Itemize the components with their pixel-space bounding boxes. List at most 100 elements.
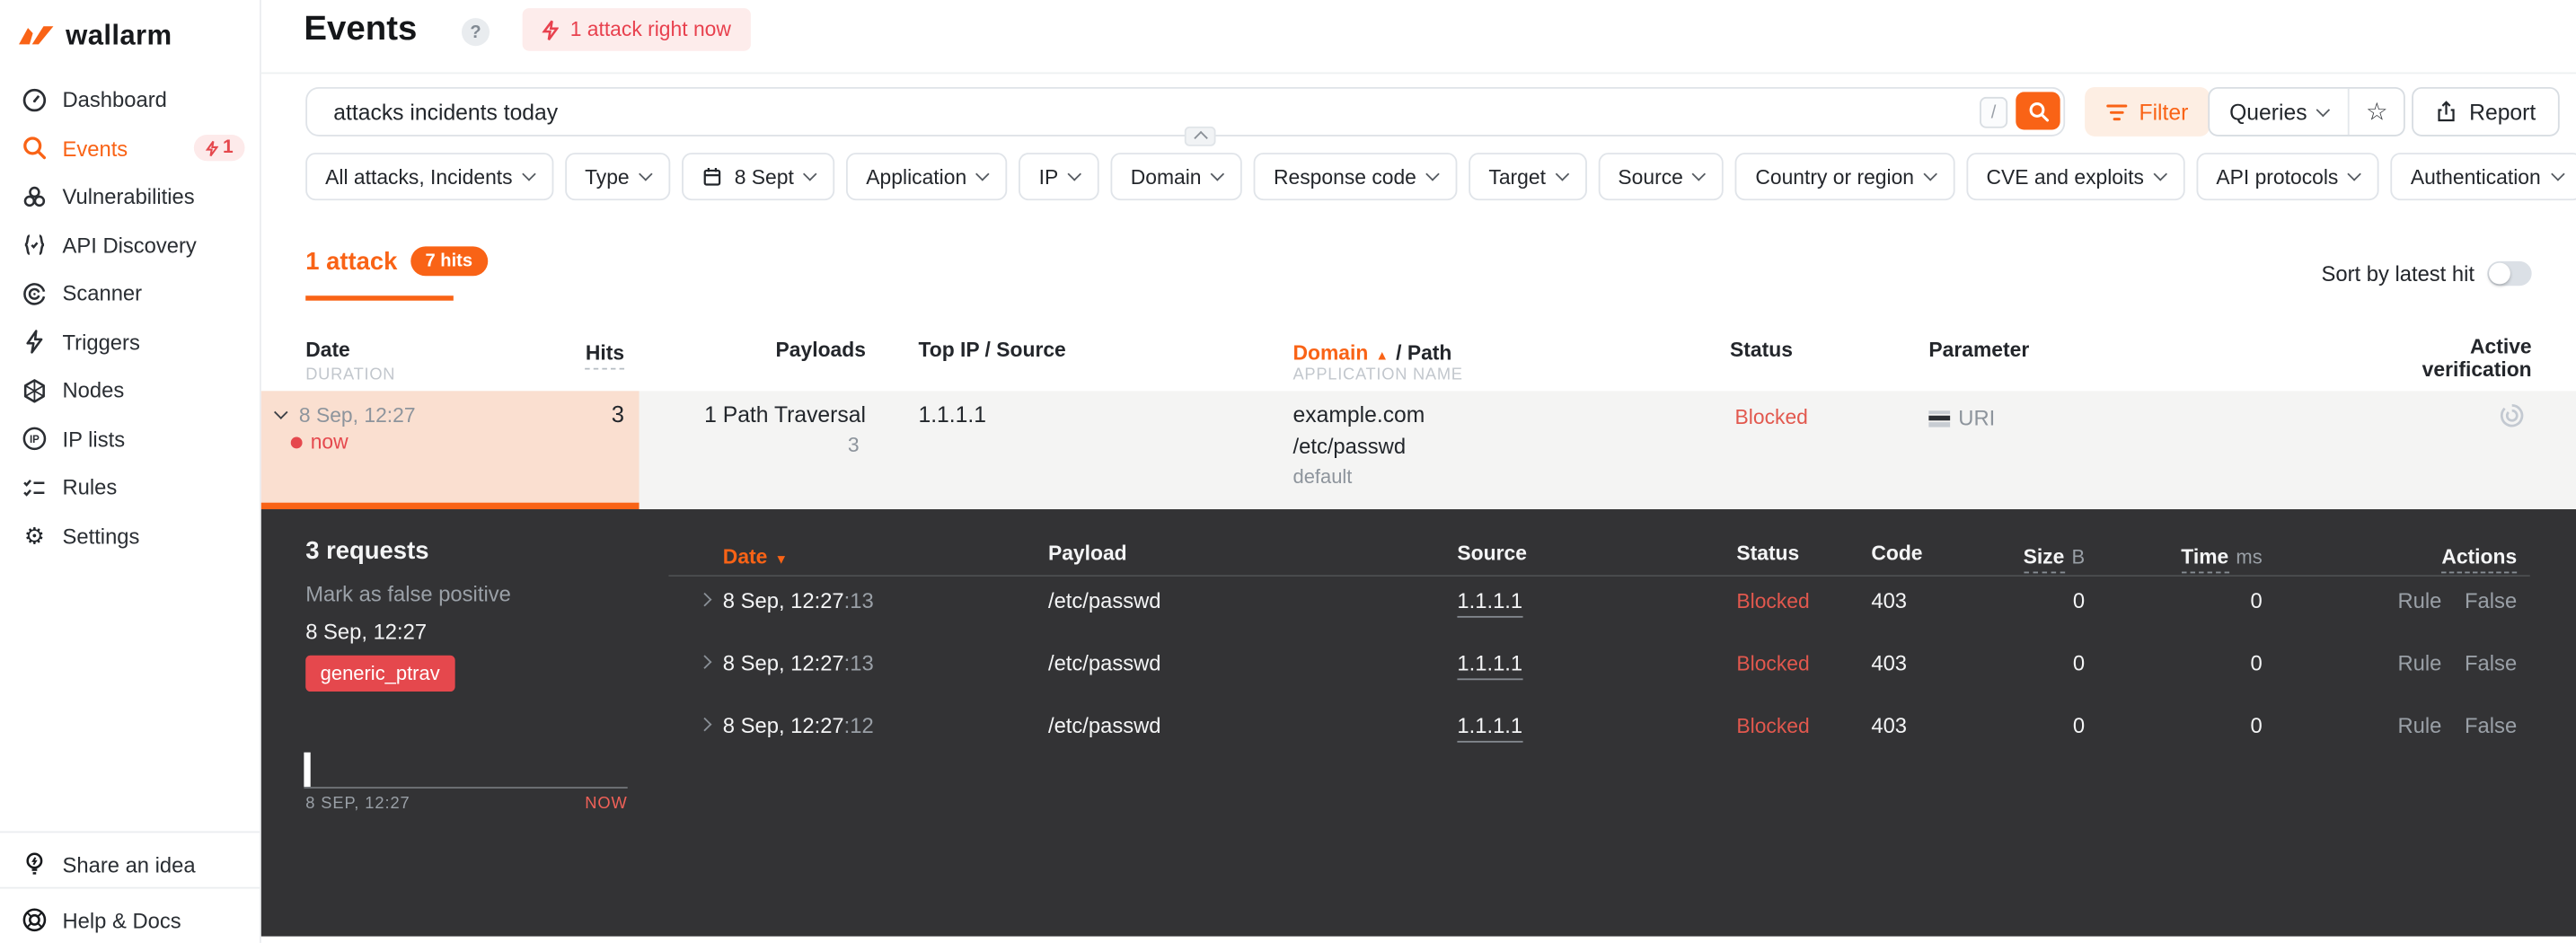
filter-chip-cve[interactable]: CVE and exploits	[1966, 153, 2185, 201]
chevron-down-icon	[522, 167, 536, 181]
filter-chip-domain[interactable]: Domain	[1110, 153, 1243, 201]
col-header-domain-path[interactable]: Domain ▲ / Path	[1293, 339, 1452, 368]
page-title: Events	[304, 9, 418, 48]
chevron-down-icon	[1555, 167, 1570, 181]
dp-col-header-code: Code	[1871, 542, 1923, 566]
filter-chip-api-protocols[interactable]: API protocols	[2196, 153, 2380, 201]
hexagon-icon	[22, 377, 48, 403]
filter-chip-attacks-incidents[interactable]: All attacks, Incidents	[305, 153, 554, 201]
sidebar-item-label: Nodes	[62, 378, 125, 403]
search-input[interactable]	[330, 88, 1816, 137]
report-button[interactable]: Report	[2412, 86, 2559, 137]
search-collapse-handle[interactable]	[1184, 126, 1216, 146]
calendar-icon	[703, 167, 721, 186]
report-button-label: Report	[2469, 99, 2536, 125]
bolt-icon	[22, 329, 48, 355]
rule-action[interactable]: Rule	[2397, 588, 2441, 613]
attack-date: 8 Sep, 12:27	[298, 403, 416, 427]
filter-chip-authentication[interactable]: Authentication	[2390, 153, 2576, 201]
sidebar-item-scanner[interactable]: Scanner	[0, 269, 261, 318]
filter-chip-country[interactable]: Country or region	[1735, 153, 1955, 201]
sidebar-item-label: API Discovery	[62, 233, 197, 258]
filter-chip-date[interactable]: 8 Sept	[682, 153, 835, 201]
sidebar-item-vulnerabilities[interactable]: Vulnerabilities	[0, 172, 261, 221]
request-source[interactable]: 1.1.1.1	[1457, 587, 1523, 618]
sidebar-item-label: Settings	[62, 524, 140, 549]
dp-col-header-status: Status	[1736, 542, 1800, 566]
request-source[interactable]: 1.1.1.1	[1457, 712, 1523, 743]
live-dot	[290, 436, 303, 449]
biohazard-icon	[22, 183, 48, 209]
col-header-application-name: APPLICATION NAME	[1292, 366, 1463, 385]
mark-false-positive-link[interactable]: Mark as false positive	[305, 582, 511, 606]
sidebar-item-nodes[interactable]: Nodes	[0, 366, 261, 415]
favorite-star-button[interactable]: ☆	[2350, 89, 2404, 135]
sidebar-item-dashboard[interactable]: Dashboard	[0, 75, 261, 124]
false-action[interactable]: False	[2465, 713, 2517, 737]
filter-button[interactable]: Filter	[2085, 86, 2210, 137]
header-divider	[260, 72, 2576, 75]
scanner-icon	[22, 280, 48, 306]
dp-col-header-size[interactable]: Size B	[1955, 542, 2085, 574]
filter-chip-application[interactable]: Application	[846, 153, 1008, 201]
sidebar-item-api-discovery[interactable]: API Discovery	[0, 221, 261, 269]
sidebar-item-settings[interactable]: ⚙ Settings	[0, 512, 261, 560]
dp-col-header-date[interactable]: Date ▼	[723, 542, 788, 572]
filter-chip-ip[interactable]: IP	[1019, 153, 1099, 201]
braces-icon	[22, 232, 48, 258]
sidebar-item-label: Events	[62, 136, 128, 161]
col-header-hits[interactable]: Hits	[525, 339, 625, 370]
col-header-date[interactable]: Date	[305, 339, 350, 362]
attack-tag[interactable]: generic_ptrav	[305, 655, 455, 692]
search-button[interactable]	[2016, 92, 2060, 130]
sidebar-item-label: Dashboard	[62, 87, 167, 112]
attack-path: /etc/passwd	[1292, 433, 1407, 459]
sidebar-footer-divider	[0, 886, 261, 889]
false-action[interactable]: False	[2465, 588, 2517, 613]
bolt-icon	[205, 140, 218, 156]
false-action[interactable]: False	[2465, 650, 2517, 674]
wallarm-logo[interactable]: wallarm	[16, 20, 172, 53]
request-date: 8 Sep, 12:27	[722, 712, 844, 738]
sort-by-latest-hit-toggle[interactable]	[2487, 260, 2533, 286]
filter-chip-type[interactable]: Type	[565, 153, 671, 201]
filter-chips-row: All attacks, Incidents Type 8 Sept Appli…	[305, 153, 2576, 201]
rule-action[interactable]: Rule	[2397, 713, 2441, 737]
sidebar-item-help-docs[interactable]: Help & Docs	[0, 897, 304, 943]
active-tab-underline	[305, 295, 454, 301]
export-icon	[2438, 101, 2455, 122]
attack-alert-badge[interactable]: 1 attack right now	[522, 8, 751, 51]
sort-desc-icon: ▼	[774, 551, 788, 568]
magnifier-icon	[22, 135, 48, 161]
active-verification-icon[interactable]	[2499, 402, 2525, 428]
checklist-icon	[22, 474, 48, 500]
attack-duration: now	[290, 430, 348, 454]
attack-top-ip[interactable]: 1.1.1.1	[918, 402, 986, 427]
dp-col-header-time[interactable]: Time ms	[2120, 542, 2263, 574]
sidebar-item-ip-lists[interactable]: IP IP lists	[0, 415, 261, 463]
chevron-down-icon	[803, 167, 817, 181]
filter-chip-source[interactable]: Source	[1598, 153, 1725, 201]
sidebar-item-label: IP lists	[62, 427, 126, 452]
chevron-down-icon	[2153, 167, 2167, 181]
sidebar-item-share-idea[interactable]: Share an idea	[0, 841, 304, 886]
queries-dropdown[interactable]: Queries	[2210, 88, 2351, 135]
attack-alert-text: 1 attack right now	[569, 18, 731, 41]
filter-chip-response-code[interactable]: Response code	[1254, 153, 1458, 201]
tab-attacks[interactable]: 1 attack 7 hits	[305, 246, 488, 277]
request-source[interactable]: 1.1.1.1	[1457, 650, 1523, 681]
filter-chip-target[interactable]: Target	[1469, 153, 1587, 201]
sidebar-item-triggers[interactable]: Triggers	[0, 318, 261, 366]
sidebar-item-rules[interactable]: Rules	[0, 463, 261, 512]
events-attack-count-badge: 1	[193, 135, 245, 162]
sidebar-item-events[interactable]: Events 1	[0, 124, 261, 172]
attack-domain[interactable]: example.com	[1293, 402, 1425, 427]
help-icon[interactable]: ?	[461, 18, 490, 47]
chevron-down-icon	[639, 167, 653, 181]
sidebar-nav: Dashboard Events 1 Vulnerabilities API D…	[0, 75, 261, 560]
request-time: 0	[2250, 712, 2263, 738]
col-header-top-ip: Top IP / Source	[918, 338, 1066, 362]
sidebar-item-label: Triggers	[62, 330, 140, 355]
dp-col-header-actions[interactable]: Actions	[2352, 542, 2518, 574]
rule-action[interactable]: Rule	[2397, 650, 2441, 674]
